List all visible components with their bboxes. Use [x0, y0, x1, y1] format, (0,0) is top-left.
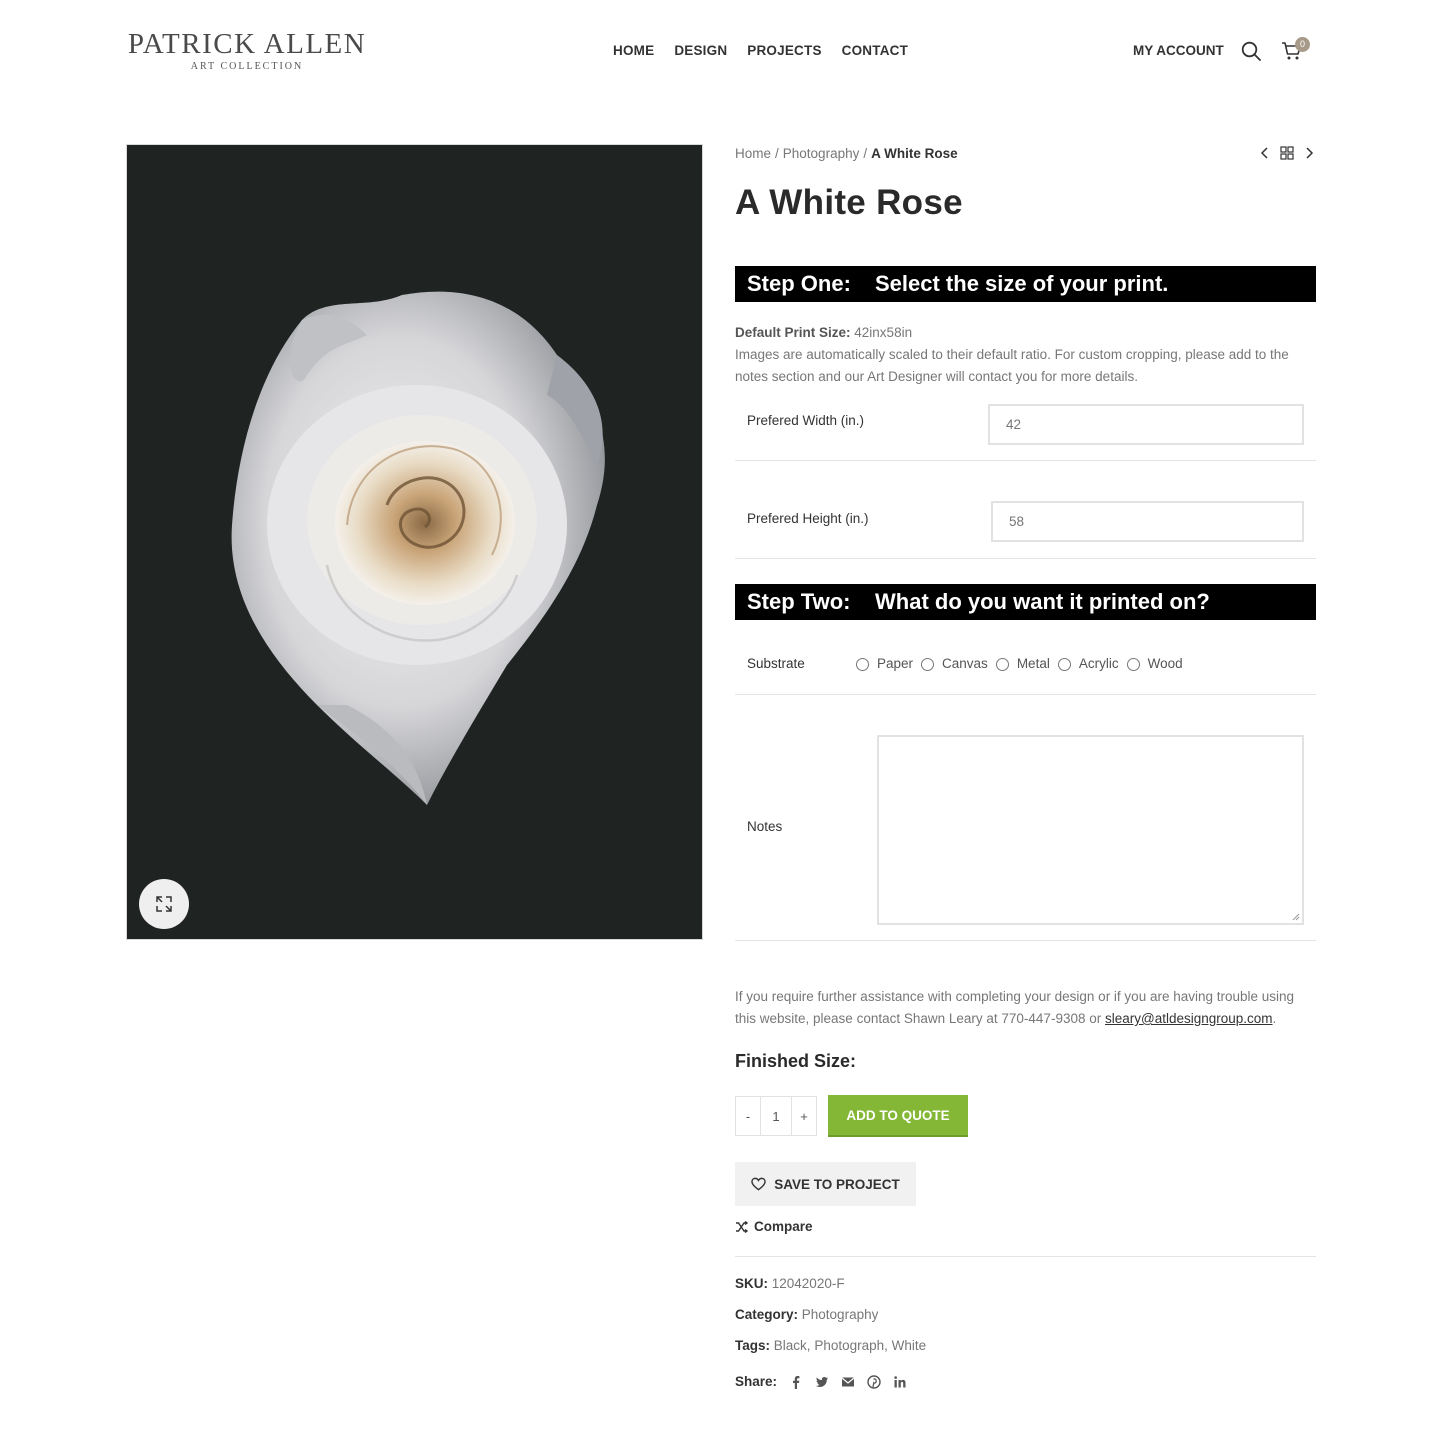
- breadcrumb-current: A White Rose: [871, 146, 958, 161]
- resize-handle-icon[interactable]: [1292, 913, 1300, 921]
- step-one-header: Step One: Select the size of your print.: [735, 266, 1316, 302]
- quantity-plus-button[interactable]: +: [792, 1097, 816, 1135]
- radio-button[interactable]: [856, 658, 869, 671]
- divider: [735, 940, 1316, 941]
- substrate-option-metal[interactable]: Metal: [994, 656, 1050, 671]
- logo-main-text: PATRICK ALLEN: [127, 28, 367, 60]
- radio-button[interactable]: [921, 658, 935, 671]
- tags-label: Tags:: [735, 1338, 771, 1353]
- print-size-info: Default Print Size: 42inx58in Images are…: [735, 322, 1316, 388]
- chevron-left-icon[interactable]: [1258, 146, 1272, 160]
- divider: [735, 694, 1316, 695]
- compare-link[interactable]: Compare: [735, 1219, 813, 1234]
- divider: [735, 1256, 1316, 1257]
- step-one-text: Select the size of your print.: [875, 271, 1169, 296]
- step-two-text: What do you want it printed on?: [875, 589, 1210, 614]
- email-icon[interactable]: [841, 1375, 855, 1389]
- default-size-label: Default Print Size:: [735, 325, 851, 340]
- quantity-input[interactable]: 1: [760, 1097, 792, 1135]
- chevron-right-icon[interactable]: [1302, 146, 1316, 160]
- logo-sub-text: ART COLLECTION: [190, 61, 304, 72]
- compare-label: Compare: [754, 1219, 813, 1234]
- sku-label: SKU:: [735, 1276, 768, 1291]
- facebook-icon[interactable]: [789, 1375, 803, 1389]
- substrate-option-paper[interactable]: Paper: [854, 656, 913, 671]
- site-header: PATRICK ALLEN ART COLLECTION HOME DESIGN…: [0, 0, 1440, 100]
- cart-count-badge: 0: [1295, 37, 1310, 52]
- nav-design[interactable]: DESIGN: [674, 43, 727, 58]
- nav-contact[interactable]: CONTACT: [842, 43, 908, 58]
- notes-textarea[interactable]: [877, 735, 1304, 925]
- main-nav: HOME DESIGN PROJECTS CONTACT: [613, 43, 908, 58]
- assistance-end: .: [1272, 1011, 1277, 1026]
- step-two-label: Step Two:: [747, 589, 851, 614]
- expand-icon: [156, 896, 172, 912]
- category-row: Category: Photography: [735, 1307, 878, 1322]
- tags-row: Tags: Black, Photograph, White: [735, 1338, 927, 1353]
- substrate-option-wood[interactable]: Wood: [1125, 656, 1183, 671]
- share-label: Share:: [735, 1374, 778, 1389]
- category-link[interactable]: Photography: [802, 1307, 879, 1322]
- option-label: Metal: [1016, 656, 1050, 671]
- breadcrumb-category[interactable]: Photography: [783, 146, 860, 161]
- save-to-project-label: SAVE TO PROJECT: [774, 1176, 900, 1192]
- nav-home[interactable]: HOME: [613, 43, 654, 58]
- nav-projects[interactable]: PROJECTS: [747, 43, 821, 58]
- substrate-option-canvas[interactable]: Canvas: [919, 656, 988, 671]
- quantity-minus-button[interactable]: -: [736, 1097, 760, 1135]
- divider: [735, 558, 1316, 559]
- grid-icon[interactable]: [1280, 146, 1294, 160]
- contact-email-link[interactable]: sleary@atldesigngroup.com: [1105, 1011, 1273, 1026]
- height-input[interactable]: 58: [991, 501, 1304, 542]
- pinterest-icon[interactable]: [867, 1374, 881, 1389]
- linkedin-icon[interactable]: [893, 1375, 907, 1389]
- sku-row: SKU: 12042020-F: [735, 1276, 845, 1291]
- substrate-option-acrylic[interactable]: Acrylic: [1056, 656, 1119, 671]
- substrate-options: Paper Canvas Metal Acrylic Wood: [854, 656, 1189, 671]
- breadcrumb: Home / Photography / A White Rose: [735, 146, 958, 161]
- tag-link[interactable]: White: [892, 1338, 927, 1353]
- product-navigation: [1258, 146, 1316, 160]
- heart-icon: [751, 1177, 767, 1191]
- notes-label: Notes: [747, 819, 783, 834]
- option-label: Acrylic: [1078, 656, 1119, 671]
- breadcrumb-separator: /: [863, 146, 868, 161]
- assistance-text: If you require further assistance with c…: [735, 986, 1316, 1030]
- finished-size-heading: Finished Size:: [735, 1051, 857, 1071]
- quantity-stepper: - 1 +: [735, 1096, 817, 1136]
- product-image[interactable]: [126, 144, 703, 940]
- radio-button[interactable]: [995, 658, 1009, 671]
- substrate-label: Substrate: [747, 656, 805, 671]
- step-two-header: Step Two: What do you want it printed on?: [735, 584, 1316, 620]
- zoom-button[interactable]: [139, 879, 189, 929]
- divider: [735, 460, 1316, 461]
- product-title: A White Rose: [735, 183, 963, 222]
- search-icon[interactable]: [1241, 41, 1261, 61]
- site-logo[interactable]: PATRICK ALLEN ART COLLECTION: [126, 28, 368, 73]
- my-account-link[interactable]: MY ACCOUNT: [1133, 43, 1224, 58]
- breadcrumb-separator: /: [775, 146, 779, 161]
- category-label: Category:: [735, 1307, 799, 1322]
- add-to-quote-button[interactable]: ADD TO QUOTE: [828, 1095, 968, 1137]
- radio-button[interactable]: [1126, 658, 1140, 671]
- share-row: Share:: [735, 1374, 907, 1389]
- save-to-project-button[interactable]: SAVE TO PROJECT: [735, 1162, 916, 1206]
- white-rose-photo: [127, 145, 702, 939]
- twitter-icon[interactable]: [815, 1375, 829, 1389]
- width-label: Prefered Width (in.): [747, 413, 865, 428]
- tag-link[interactable]: Photograph: [814, 1338, 884, 1353]
- shuffle-icon: [736, 1220, 748, 1233]
- scaling-description: Images are automatically scaled to their…: [735, 347, 1289, 384]
- tag-link[interactable]: Black: [774, 1338, 807, 1353]
- option-label: Canvas: [942, 656, 988, 671]
- sku-value: 12042020-F: [771, 1276, 845, 1291]
- width-input[interactable]: 42: [988, 404, 1304, 445]
- breadcrumb-home[interactable]: Home: [735, 146, 771, 161]
- step-one-label: Step One:: [747, 271, 851, 296]
- default-size-value: 42inx58in: [854, 325, 913, 340]
- option-label: Paper: [877, 656, 914, 671]
- radio-button[interactable]: [1057, 658, 1071, 671]
- height-label: Prefered Height (in.): [747, 511, 869, 526]
- option-label: Wood: [1147, 656, 1183, 671]
